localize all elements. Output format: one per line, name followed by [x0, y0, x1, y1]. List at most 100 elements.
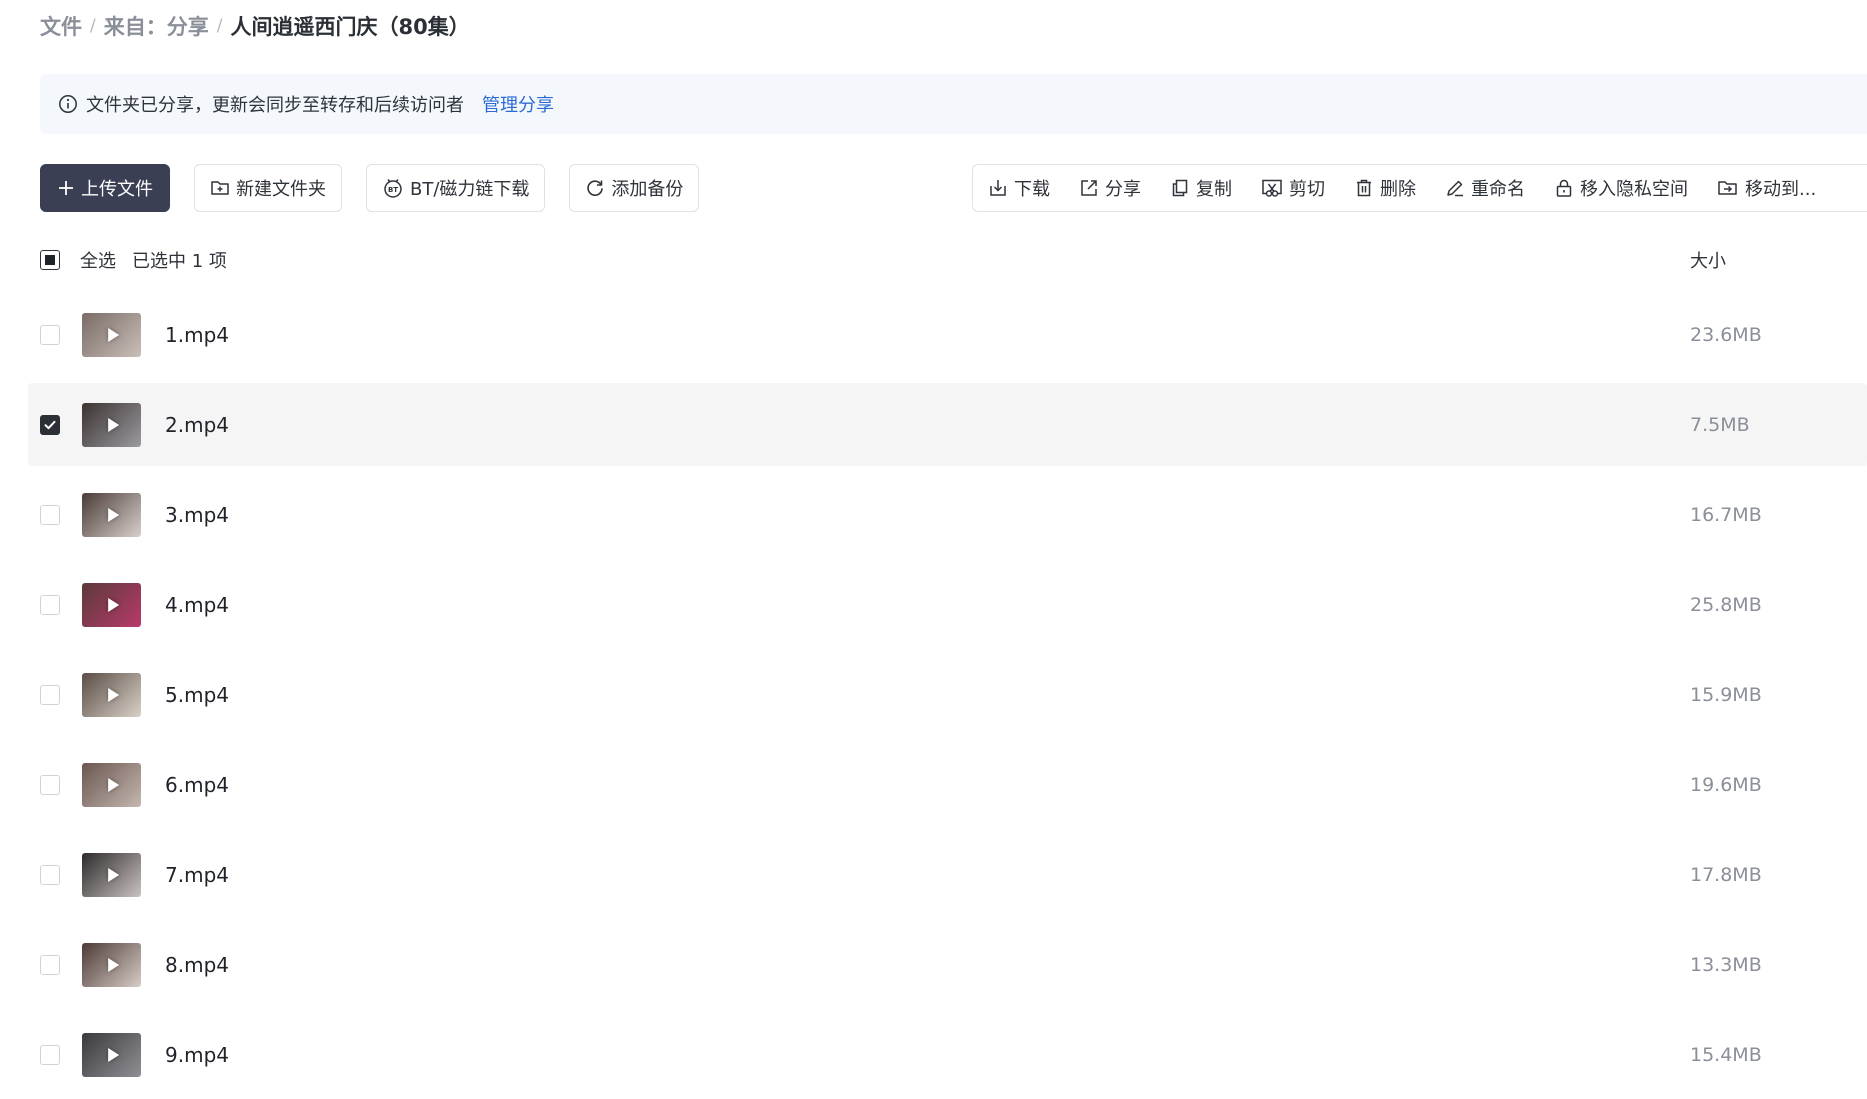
download-action[interactable]: 下载 [988, 175, 1050, 201]
copy-action[interactable]: 复制 [1170, 175, 1232, 201]
file-name[interactable]: 4.mp4 [165, 593, 229, 617]
file-checkbox[interactable] [40, 864, 60, 885]
upload-file-button[interactable]: 上传文件 [40, 164, 170, 212]
play-icon [107, 597, 119, 612]
scissors-icon [1262, 179, 1282, 197]
info-icon [58, 94, 78, 114]
share-notice-bar: 文件夹已分享，更新会同步至转存和后续访问者 管理分享 [40, 74, 1867, 134]
notice-text: 文件夹已分享，更新会同步至转存和后续访问者 [86, 95, 464, 116]
delete-label: 删除 [1380, 179, 1416, 200]
file-row[interactable]: 2.mp4 7.5MB [28, 383, 1867, 466]
file-name[interactable]: 2.mp4 [165, 413, 229, 437]
file-name[interactable]: 3.mp4 [165, 503, 229, 527]
play-icon [107, 687, 119, 702]
file-row[interactable]: 7.mp4 17.8MB [28, 833, 1867, 916]
file-name[interactable]: 5.mp4 [165, 683, 229, 707]
file-name[interactable]: 9.mp4 [165, 1043, 229, 1067]
move-to-private-action[interactable]: 移入隐私空间 [1554, 175, 1688, 201]
breadcrumb-separator: / [90, 16, 96, 36]
file-row[interactable]: 8.mp4 13.3MB [28, 923, 1867, 1006]
file-checkbox[interactable] [40, 1044, 60, 1065]
file-checkbox[interactable] [40, 954, 60, 975]
file-checkbox[interactable] [40, 504, 60, 525]
add-backup-label: 添加备份 [611, 179, 684, 200]
breadcrumb-middle[interactable]: 来自：分享 [104, 11, 209, 41]
new-folder-button[interactable]: 新建文件夹 [194, 164, 342, 212]
breadcrumb-separator: / [216, 16, 223, 36]
add-backup-button[interactable]: 添加备份 [569, 164, 700, 212]
file-list-header: 全选 已选中 1 项 大小 [40, 246, 1867, 274]
share-action[interactable]: 分享 [1079, 175, 1141, 201]
selection-action-bar: 下载 分享 复制 剪切 删除 重命名 移入隐私空间 移动到... [972, 164, 1867, 212]
breadcrumb: 文件 / 来自：分享 / 人间逍遥西门庆（80集） [40, 10, 470, 42]
download-label: 下载 [1014, 179, 1050, 200]
breadcrumb-current: 人间逍遥西门庆（80集） [230, 15, 470, 39]
move-to-action[interactable]: 移动到... [1717, 175, 1816, 201]
file-size: 25.8MB [1690, 593, 1762, 616]
share-icon [1081, 180, 1097, 196]
move-folder-icon [1718, 181, 1737, 195]
video-thumbnail[interactable] [82, 852, 141, 897]
file-size: 7.5MB [1690, 413, 1750, 436]
video-thumbnail[interactable] [82, 582, 141, 627]
selected-count: 已选中 1 项 [132, 251, 227, 272]
lock-icon [1556, 179, 1572, 197]
rename-label: 重命名 [1471, 179, 1525, 200]
file-size: 19.6MB [1690, 773, 1762, 796]
file-checkbox[interactable] [40, 594, 60, 615]
file-checkbox[interactable] [40, 324, 60, 345]
download-icon [990, 180, 1006, 196]
size-column-header[interactable]: 大小 [1690, 247, 1726, 273]
move-to-private-label: 移入隐私空间 [1580, 179, 1688, 200]
trash-icon [1357, 179, 1371, 197]
bt-download-label: BT/磁力链下载 [410, 179, 530, 200]
video-thumbnail[interactable] [82, 402, 141, 447]
file-row[interactable]: 5.mp4 15.9MB [28, 653, 1867, 736]
new-folder-icon [211, 181, 229, 195]
check-icon [44, 420, 56, 429]
play-icon [107, 417, 119, 432]
select-all-label[interactable]: 全选 [80, 247, 116, 273]
toolbar: 上传文件 新建文件夹 BT BT/磁力链下载 添加备份 [40, 164, 723, 212]
file-row[interactable]: 3.mp4 16.7MB [28, 473, 1867, 556]
plus-icon [59, 181, 73, 195]
file-name[interactable]: 8.mp4 [165, 953, 229, 977]
video-thumbnail[interactable] [82, 672, 141, 717]
file-browser-page: 文件 / 来自：分享 / 人间逍遥西门庆（80集） 文件夹已分享，更新会同步至转… [0, 0, 1867, 1099]
video-thumbnail[interactable] [82, 492, 141, 537]
play-icon [107, 327, 119, 342]
video-thumbnail[interactable] [82, 312, 141, 357]
cut-action[interactable]: 剪切 [1261, 175, 1325, 201]
file-row[interactable]: 6.mp4 19.6MB [28, 743, 1867, 826]
move-to-label: 移动到... [1745, 179, 1817, 200]
cut-label: 剪切 [1289, 179, 1325, 200]
play-icon [107, 957, 119, 972]
file-size: 17.8MB [1690, 863, 1762, 886]
file-checkbox[interactable] [40, 684, 60, 705]
video-thumbnail[interactable] [82, 942, 141, 987]
upload-file-label: 上传文件 [81, 179, 153, 200]
file-row[interactable]: 1.mp4 23.6MB [28, 293, 1867, 376]
bt-magnet-download-button[interactable]: BT BT/磁力链下载 [366, 164, 546, 212]
play-icon [107, 867, 119, 882]
file-name[interactable]: 6.mp4 [165, 773, 229, 797]
play-icon [107, 507, 119, 522]
select-all-checkbox[interactable] [40, 250, 60, 270]
file-row[interactable]: 4.mp4 25.8MB [28, 563, 1867, 646]
file-checkbox[interactable] [40, 774, 60, 795]
delete-action[interactable]: 删除 [1354, 175, 1416, 201]
rename-action[interactable]: 重命名 [1445, 175, 1525, 201]
copy-icon [1172, 179, 1188, 197]
bt-icon: BT [384, 179, 402, 198]
svg-text:BT: BT [388, 186, 398, 194]
file-name[interactable]: 7.mp4 [165, 863, 229, 887]
file-row[interactable]: 9.mp4 15.4MB [28, 1013, 1867, 1096]
copy-label: 复制 [1196, 179, 1232, 200]
file-name[interactable]: 1.mp4 [165, 323, 229, 347]
breadcrumb-root[interactable]: 文件 [40, 11, 82, 41]
manage-share-link[interactable]: 管理分享 [482, 91, 554, 117]
video-thumbnail[interactable] [82, 762, 141, 807]
video-thumbnail[interactable] [82, 1032, 141, 1077]
file-size: 23.6MB [1690, 323, 1762, 346]
file-checkbox[interactable] [40, 414, 60, 435]
